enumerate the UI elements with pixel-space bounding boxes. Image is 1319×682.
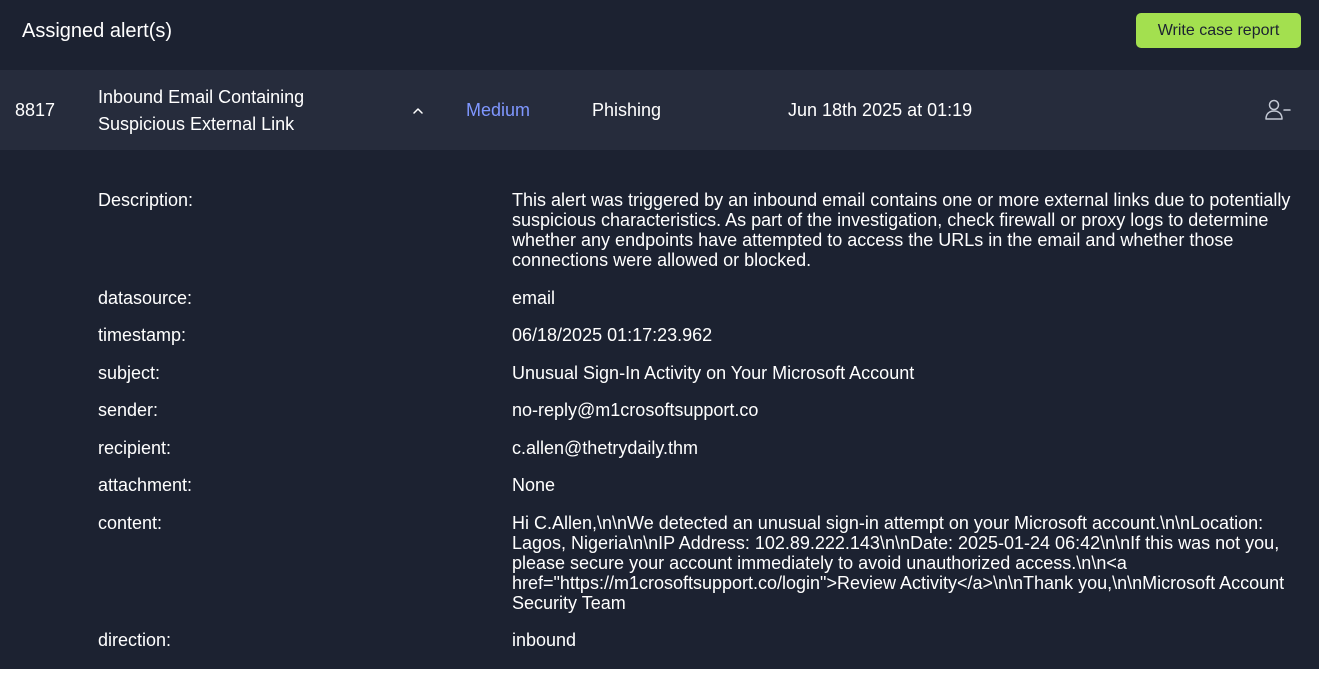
detail-value: inbound bbox=[512, 630, 577, 650]
detail-value: None bbox=[512, 475, 556, 495]
detail-label: sender: bbox=[98, 400, 159, 420]
alert-id: 8817 bbox=[15, 100, 56, 120]
detail-value: 06/18/2025 01:17:23.962 bbox=[512, 325, 713, 345]
alert-severity: Medium bbox=[466, 100, 531, 120]
panel-title: Assigned alert(s) bbox=[22, 20, 173, 42]
detail-value: no-reply@m1crosoftsupport.co bbox=[512, 400, 759, 420]
detail-value: Hi C.Allen,\n\nWe detected an unusual si… bbox=[512, 513, 1285, 613]
user-minus-icon[interactable] bbox=[1263, 98, 1293, 122]
detail-label: content: bbox=[98, 513, 163, 533]
assigned-alerts-panel: Assigned alert(s) Write case report 8817… bbox=[0, 0, 1319, 669]
alert-row[interactable]: 8817 Inbound Email Containing Suspicious… bbox=[0, 70, 1319, 150]
write-case-report-button[interactable]: Write case report bbox=[1136, 13, 1301, 48]
detail-value: Unusual Sign-In Activity on Your Microso… bbox=[512, 363, 915, 383]
detail-label: direction: bbox=[98, 630, 172, 650]
detail-label: recipient: bbox=[98, 438, 172, 458]
panel-header: Assigned alert(s) Write case report bbox=[0, 0, 1319, 70]
detail-label: attachment: bbox=[98, 475, 193, 495]
detail-label: Description: bbox=[98, 190, 194, 210]
detail-value: email bbox=[512, 288, 556, 308]
chevron-up-icon[interactable] bbox=[408, 97, 428, 124]
alert-title: Inbound Email Containing Suspicious Exte… bbox=[98, 87, 305, 134]
detail-value: This alert was triggered by an inbound e… bbox=[512, 190, 1291, 270]
detail-value: c.allen@thetrydaily.thm bbox=[512, 438, 699, 458]
detail-label: datasource: bbox=[98, 288, 193, 308]
alert-date: Jun 18th 2025 at 01:19 bbox=[788, 100, 973, 120]
detail-label: subject: bbox=[98, 363, 161, 383]
detail-label: timestamp: bbox=[98, 325, 187, 345]
alert-category: Phishing bbox=[592, 100, 662, 120]
